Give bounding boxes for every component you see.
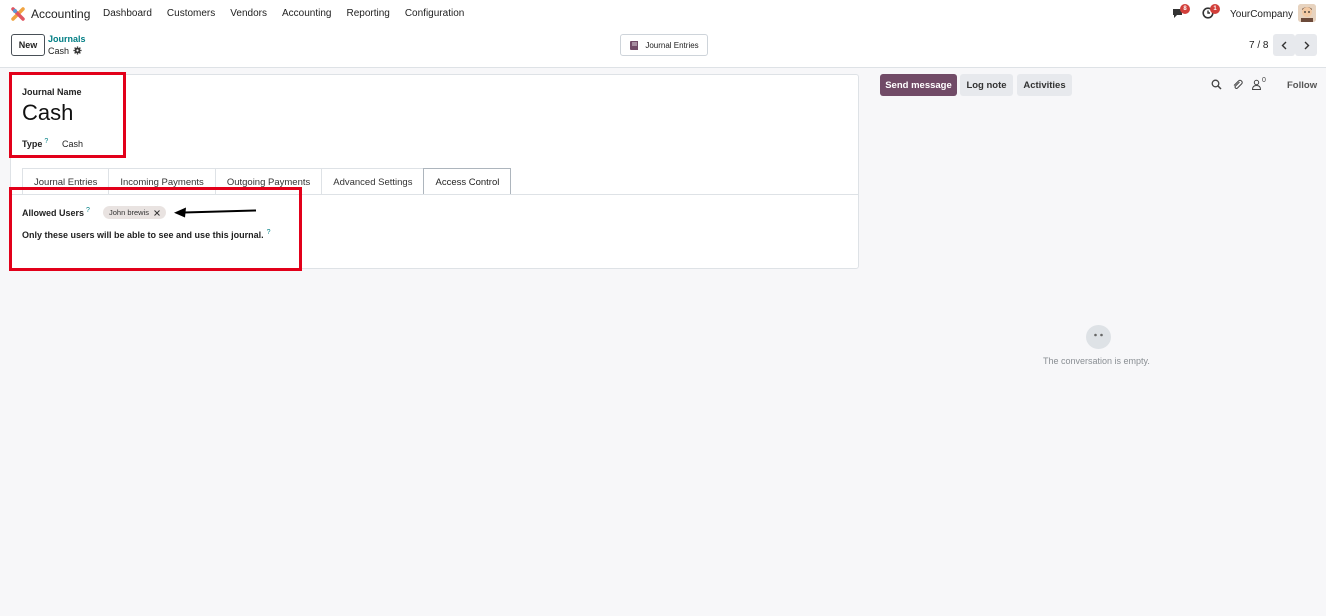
company-switcher[interactable]: YourCompany xyxy=(1230,9,1293,20)
user-avatar[interactable] xyxy=(1298,4,1316,22)
paperclip-icon[interactable] xyxy=(1232,79,1243,90)
send-message-button[interactable]: Send message xyxy=(880,74,957,96)
breadcrumb-journals[interactable]: Journals xyxy=(48,34,86,44)
control-panel: New Journals Cash Journal Entries 7 / 8 xyxy=(0,27,1326,68)
app-name[interactable]: Accounting xyxy=(31,7,90,21)
followers-count: 0 xyxy=(1262,77,1266,84)
menu-customers[interactable]: Customers xyxy=(167,8,215,19)
menu-reporting[interactable]: Reporting xyxy=(346,8,389,19)
journal-entries-smart-button[interactable]: Journal Entries xyxy=(620,34,708,56)
empty-conversation-icon xyxy=(1086,325,1111,349)
chevron-right-icon xyxy=(1304,41,1309,49)
pager-value[interactable]: 7 / 8 xyxy=(1249,40,1268,51)
search-icon[interactable] xyxy=(1211,79,1222,90)
accounting-app-icon[interactable] xyxy=(11,7,25,21)
activity-count-badge: 1 xyxy=(1210,4,1220,14)
empty-conversation-text: The conversation is empty. xyxy=(1043,356,1150,366)
breadcrumb-current: Cash xyxy=(48,46,70,56)
book-icon xyxy=(630,40,639,50)
smart-button-label: Journal Entries xyxy=(645,40,699,50)
top-navbar: Accounting Dashboard Customers Vendors A… xyxy=(0,0,1326,27)
new-button[interactable]: New xyxy=(11,34,45,56)
gear-icon[interactable] xyxy=(73,46,82,55)
chevron-left-icon xyxy=(1281,41,1286,49)
main-menu: Dashboard Customers Vendors Accounting R… xyxy=(103,8,479,19)
highlight-box-header xyxy=(9,72,126,158)
annotation-arrow xyxy=(174,207,257,218)
chat-count-badge: 8 xyxy=(1180,4,1190,14)
menu-dashboard[interactable]: Dashboard xyxy=(103,8,152,19)
pager-next-button[interactable] xyxy=(1295,34,1317,56)
follow-button[interactable]: Follow xyxy=(1287,80,1317,91)
followers-icon[interactable] xyxy=(1251,79,1262,90)
tab-access-control[interactable]: Access Control xyxy=(423,168,512,195)
tab-advanced-settings[interactable]: Advanced Settings xyxy=(321,168,425,195)
menu-accounting[interactable]: Accounting xyxy=(282,8,331,19)
menu-configuration[interactable]: Configuration xyxy=(405,8,464,19)
activities-button[interactable]: Activities xyxy=(1017,74,1072,96)
pager-previous-button[interactable] xyxy=(1273,34,1295,56)
highlight-box-access xyxy=(9,187,302,271)
menu-vendors[interactable]: Vendors xyxy=(230,8,267,19)
log-note-button[interactable]: Log note xyxy=(960,74,1013,96)
